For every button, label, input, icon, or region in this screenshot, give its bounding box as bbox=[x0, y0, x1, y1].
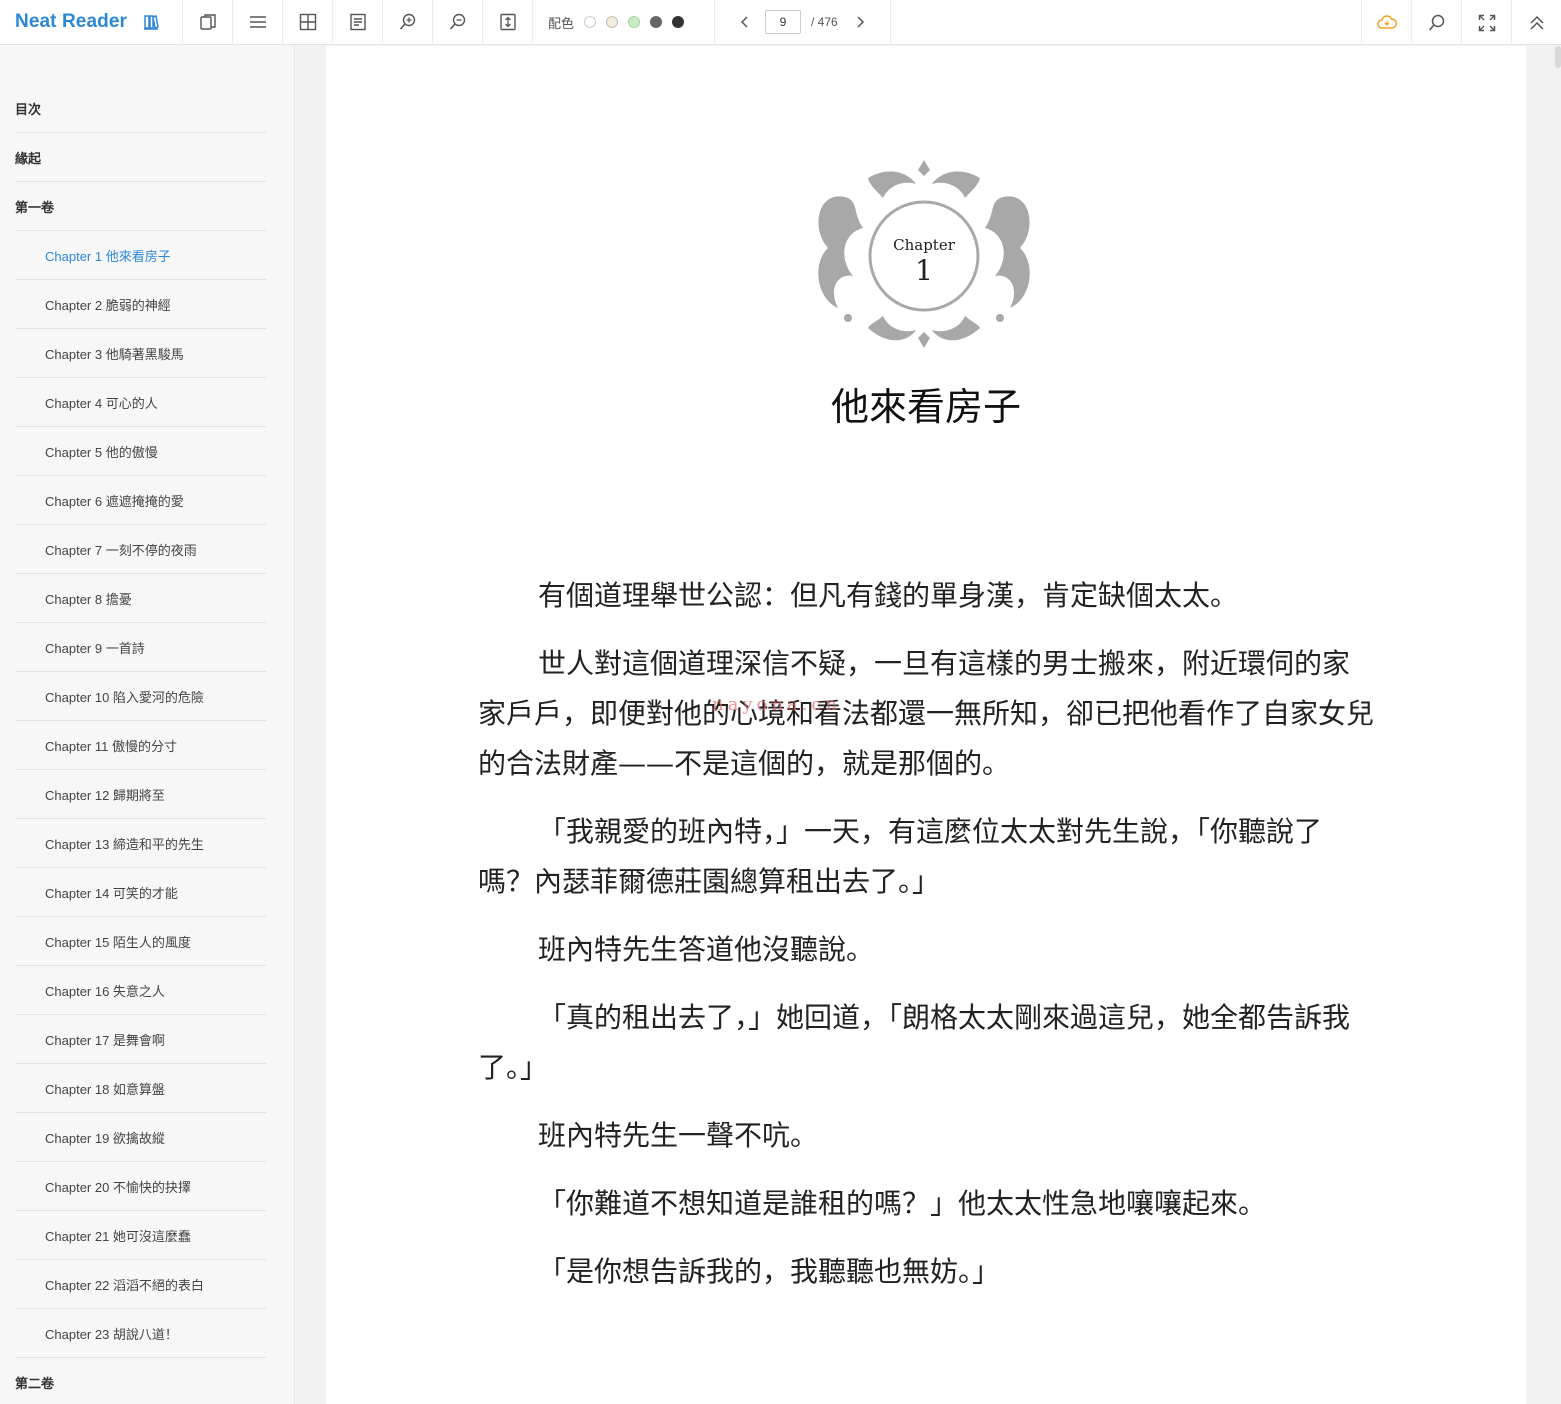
toc-list: 目次 緣起 第一卷 Chapter 1 他來看房子 Chapter 2 脆弱的神經 Cha… bbox=[0, 46, 294, 1404]
toc-chapter[interactable]: Chapter 9 一首詩 bbox=[15, 623, 266, 672]
toc-section[interactable]: 緣起 bbox=[15, 133, 266, 182]
toc-chapter[interactable]: Chapter 5 他的傲慢 bbox=[15, 427, 266, 476]
toc-chapter[interactable]: Chapter 2 脆弱的神經 bbox=[15, 280, 266, 329]
toc-chapter[interactable]: Chapter 16 失意之人 bbox=[15, 966, 266, 1015]
toc-chapter[interactable]: Chapter 14 可笑的才能 bbox=[15, 868, 266, 917]
page-number-input[interactable] bbox=[765, 10, 802, 34]
toc-section[interactable]: 第一卷 bbox=[15, 182, 266, 231]
chapter-text: 有個道理舉世公認：但凡有錢的單身漢，肯定缺個太太。世人對這個道理深信不疑，一旦有… bbox=[478, 571, 1375, 1315]
brand: Neat Reader bbox=[0, 0, 183, 45]
paragraph: 班內特先生答道他沒聽說。 bbox=[538, 933, 875, 966]
toc-chapter[interactable]: Chapter 11 傲慢的分寸 bbox=[15, 721, 266, 770]
copy-icon[interactable] bbox=[183, 0, 233, 45]
toc-chapter[interactable]: Chapter 17 是舞會啊 bbox=[15, 1015, 266, 1064]
toc-chapter[interactable]: Chapter 20 不愉快的抉擇 bbox=[15, 1162, 266, 1211]
toc-chapter[interactable]: Chapter 1 他來看房子 bbox=[15, 231, 266, 280]
paragraph: 有個道理舉世公認：但凡有錢的單身漢，肯定缺個太太。 bbox=[538, 579, 1239, 612]
swatch-green[interactable] bbox=[628, 16, 641, 28]
ornament-number: 1 bbox=[915, 254, 933, 287]
library-icon[interactable] bbox=[142, 13, 160, 31]
watermark: nayona.cn bbox=[712, 694, 842, 715]
toc-chapter[interactable]: Chapter 19 欲擒故縱 bbox=[15, 1113, 266, 1162]
swatch-gray[interactable] bbox=[650, 16, 663, 28]
search-icon[interactable] bbox=[1411, 0, 1461, 45]
toc-section[interactable]: 目次 bbox=[15, 84, 266, 133]
toc-chapter[interactable]: Chapter 22 滔滔不絕的表白 bbox=[15, 1260, 266, 1309]
book-page: Chapter 1 他來看房子 有個道理舉世公認：但凡有錢的單身漢，肯定缺個太太… bbox=[326, 46, 1526, 1404]
zoom-out-icon[interactable] bbox=[433, 0, 483, 45]
toc-chapter[interactable]: Chapter 23 胡說八道！ bbox=[15, 1309, 266, 1358]
fit-height-icon[interactable] bbox=[483, 0, 533, 45]
color-scheme-label: 配色 bbox=[548, 16, 575, 32]
toc-chapter[interactable]: Chapter 18 如意算盤 bbox=[15, 1064, 266, 1113]
toc-chapter[interactable]: Chapter 7 一刻不停的夜雨 bbox=[15, 525, 266, 574]
toc-chapter[interactable]: Chapter 8 擔憂 bbox=[15, 574, 266, 623]
color-scheme-picker: 配色 bbox=[533, 0, 716, 45]
toc-chapter[interactable]: Chapter 21 她可沒這麼蠢 bbox=[15, 1211, 266, 1260]
reader-area: Chapter 1 他來看房子 有個道理舉世公認：但凡有錢的單身漢，肯定缺個太太… bbox=[296, 46, 1561, 1404]
app-title: Neat Reader bbox=[15, 11, 127, 32]
paragraph: 「是你想告訴我的，我聽聽也無妨。」 bbox=[538, 1255, 1001, 1288]
scrollbar[interactable] bbox=[1555, 46, 1561, 68]
paragraph: 「我親愛的班內特，」一天，有這麼位太太對先生說，「你聽說了嗎？內瑟菲爾德莊園總算… bbox=[478, 815, 1323, 898]
paragraph: 班內特先生一聲不吭。 bbox=[538, 1119, 819, 1152]
swatch-beige[interactable] bbox=[606, 16, 619, 28]
next-page-icon[interactable] bbox=[850, 12, 870, 32]
toc-chapter[interactable]: Chapter 15 陌生人的風度 bbox=[15, 917, 266, 966]
paragraph: 世人對這個道理深信不疑，一旦有這樣的男士搬來，附近環伺的家家戶戶，即便對他的心境… bbox=[478, 647, 1375, 780]
ornament-label: Chapter bbox=[893, 236, 955, 254]
collapse-toolbar-icon[interactable] bbox=[1511, 0, 1561, 45]
page-navigator: / 476 bbox=[715, 0, 891, 45]
cloud-sync-icon[interactable] bbox=[1361, 0, 1411, 45]
swatch-white[interactable] bbox=[584, 16, 597, 28]
chapter-title: 他來看房子 bbox=[830, 385, 1021, 429]
zoom-in-icon[interactable] bbox=[383, 0, 433, 45]
toc-sidebar: 目次 緣起 第一卷 Chapter 1 他來看房子 Chapter 2 脆弱的神經 Cha… bbox=[0, 46, 295, 1404]
toc-chapter[interactable]: Chapter 12 歸期將至 bbox=[15, 770, 266, 819]
swatch-dark[interactable] bbox=[672, 16, 685, 28]
toc-section[interactable]: 第二卷 bbox=[15, 1358, 266, 1404]
toc-chapter[interactable]: Chapter 3 他騎著黑駿馬 bbox=[15, 329, 266, 378]
fullscreen-icon[interactable] bbox=[1461, 0, 1511, 45]
notes-icon[interactable] bbox=[333, 0, 383, 45]
prev-page-icon[interactable] bbox=[735, 12, 755, 32]
menu-icon[interactable] bbox=[233, 0, 283, 45]
grid-icon[interactable] bbox=[283, 0, 333, 45]
paragraph: 「真的租出去了，」她回道，「朗格太太剛來過這兒，她全都告訴我了。」 bbox=[478, 1001, 1351, 1084]
toc-chapter[interactable]: Chapter 6 遮遮掩掩的愛 bbox=[15, 476, 266, 525]
toc-chapter[interactable]: Chapter 13 締造和平的先生 bbox=[15, 819, 266, 868]
right-tools bbox=[1361, 0, 1561, 45]
toc-chapter[interactable]: Chapter 4 可心的人 bbox=[15, 378, 266, 427]
paragraph: 「你難道不想知道是誰租的嗎？」他太太性急地嚷嚷起來。 bbox=[538, 1187, 1267, 1220]
toc-chapter[interactable]: Chapter 10 陷入愛河的危險 bbox=[15, 672, 266, 721]
page-total: / 476 bbox=[811, 15, 838, 29]
toolbar: Neat Reader 配色 / 476 bbox=[0, 0, 1561, 45]
